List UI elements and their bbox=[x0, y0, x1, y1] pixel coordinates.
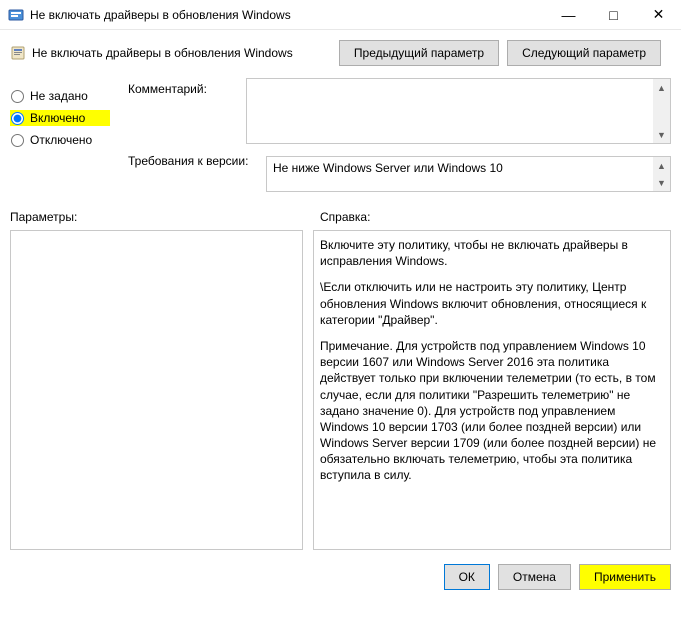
radio-disabled[interactable]: Отключено bbox=[10, 132, 110, 148]
requirements-field: Не ниже Windows Server или Windows 10 ▲ … bbox=[266, 156, 671, 192]
window-controls: — □ ✕ bbox=[546, 0, 681, 29]
parameters-label: Параметры: bbox=[10, 210, 310, 224]
scroll-up-icon[interactable]: ▲ bbox=[653, 79, 670, 96]
comment-scrollbar[interactable]: ▲ ▼ bbox=[653, 79, 670, 143]
close-button[interactable]: ✕ bbox=[636, 0, 681, 29]
help-label: Справка: bbox=[310, 210, 671, 224]
radio-not-configured-input[interactable] bbox=[11, 90, 24, 103]
next-setting-button[interactable]: Следующий параметр bbox=[507, 40, 661, 66]
comment-label: Комментарий: bbox=[128, 78, 236, 144]
state-radios: Не задано Включено Отключено bbox=[10, 78, 110, 154]
radio-enabled-label: Включено bbox=[30, 111, 85, 125]
parameters-panel bbox=[10, 230, 303, 550]
help-paragraph: \Если отключить или не настроить эту пол… bbox=[320, 279, 664, 328]
subheader: Не включать драйверы в обновления Window… bbox=[0, 30, 681, 72]
minimize-button[interactable]: — bbox=[546, 0, 591, 29]
help-panel: Включите эту политику, чтобы не включать… bbox=[313, 230, 671, 550]
help-paragraph: Примечание. Для устройств под управление… bbox=[320, 338, 664, 484]
policy-icon bbox=[10, 45, 26, 61]
prev-setting-button[interactable]: Предыдущий параметр bbox=[339, 40, 499, 66]
scroll-down-icon[interactable]: ▼ bbox=[653, 174, 670, 191]
radio-enabled-input[interactable] bbox=[11, 112, 24, 125]
titlebar: Не включать драйверы в обновления Window… bbox=[0, 0, 681, 30]
requirements-label: Требования к версии: bbox=[128, 150, 256, 192]
gpedit-icon bbox=[8, 7, 24, 23]
requirements-scrollbar[interactable]: ▲ ▼ bbox=[653, 157, 670, 191]
radio-disabled-input[interactable] bbox=[11, 134, 24, 147]
window-title: Не включать драйверы в обновления Window… bbox=[30, 8, 546, 22]
maximize-button[interactable]: □ bbox=[591, 0, 636, 29]
comment-text bbox=[247, 79, 670, 87]
radio-not-configured[interactable]: Не задано bbox=[10, 88, 110, 104]
ok-button[interactable]: ОК bbox=[444, 564, 490, 590]
radio-enabled[interactable]: Включено bbox=[10, 110, 110, 126]
cancel-button[interactable]: Отмена bbox=[498, 564, 571, 590]
radio-not-configured-label: Не задано bbox=[30, 89, 88, 103]
comment-field[interactable]: ▲ ▼ bbox=[246, 78, 671, 144]
apply-button[interactable]: Применить bbox=[579, 564, 671, 590]
dialog-footer: ОК Отмена Применить bbox=[0, 550, 681, 600]
radio-disabled-label: Отключено bbox=[30, 133, 92, 147]
policy-title: Не включать драйверы в обновления Window… bbox=[32, 46, 339, 60]
help-paragraph: Включите эту политику, чтобы не включать… bbox=[320, 237, 664, 269]
scroll-up-icon[interactable]: ▲ bbox=[653, 157, 670, 174]
scroll-down-icon[interactable]: ▼ bbox=[653, 126, 670, 143]
requirements-text: Не ниже Windows Server или Windows 10 bbox=[267, 157, 670, 179]
